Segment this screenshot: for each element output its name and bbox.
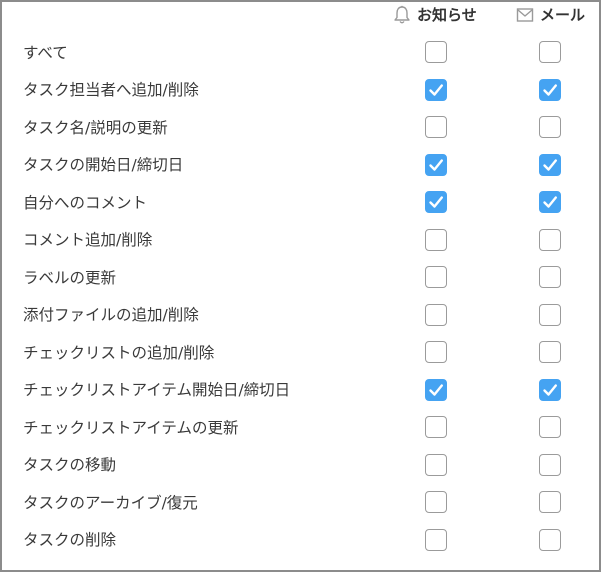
bell-icon (393, 5, 411, 25)
notify-checkbox[interactable] (425, 41, 447, 63)
checkmark-icon (428, 194, 444, 210)
mail-checkbox[interactable] (539, 491, 561, 513)
notify-checkbox[interactable] (425, 453, 447, 476)
settings-row: 自分へのコメント (2, 183, 599, 221)
notify-checkbox[interactable] (425, 341, 447, 363)
settings-row: タスクのアーカイブ/復元 (2, 483, 599, 521)
checkmark-icon (542, 82, 558, 98)
notify-column-label: お知らせ (417, 6, 477, 24)
setting-label: タスクのアーカイブ/復元 (23, 493, 198, 512)
setting-label: タスクの移動 (23, 456, 117, 475)
setting-label: 添付ファイルの追加/削除 (23, 306, 199, 325)
settings-list: すべてタスク担当者へ追加/削除 タスク名/説明の更新 タスクの開始日/締切日 自分への… (2, 33, 599, 558)
mail-checkbox[interactable] (539, 341, 561, 363)
notify-checkbox[interactable] (425, 491, 447, 513)
notify-column-header: お知らせ (393, 4, 477, 25)
settings-row: タスクの開始日/締切日 (2, 146, 599, 184)
mail-checkbox[interactable] (539, 266, 561, 288)
mail-checkbox[interactable] (539, 453, 561, 476)
checkmark-icon (428, 82, 444, 98)
settings-row: チェックリストアイテムの更新 (2, 408, 599, 446)
notify-checkbox[interactable] (425, 416, 447, 438)
checkmark-icon (428, 157, 444, 173)
mail-checkbox[interactable] (539, 153, 561, 176)
setting-label: タスクの開始日/締切日 (23, 156, 184, 175)
mail-checkbox[interactable] (539, 191, 561, 213)
notify-checkbox[interactable] (425, 228, 447, 251)
envelope-icon (516, 7, 534, 23)
setting-label: タスクの削除 (23, 531, 117, 550)
settings-row: コメント追加/削除 (2, 221, 599, 259)
checkmark-icon (542, 157, 558, 173)
settings-row: タスクの移動 (2, 446, 599, 484)
checkmark-icon (542, 382, 558, 398)
setting-label: すべて (23, 43, 68, 62)
mail-checkbox[interactable] (539, 116, 561, 138)
setting-label: チェックリストアイテム開始日/締切日 (23, 381, 291, 400)
settings-row: すべて (2, 33, 599, 71)
mail-checkbox[interactable] (539, 378, 561, 401)
setting-label: タスク担当者へ追加/削除 (23, 81, 199, 100)
column-header: お知らせ メール (2, 2, 599, 32)
checkmark-icon (542, 194, 558, 210)
setting-label: タスク名/説明の更新 (23, 118, 168, 137)
mail-checkbox[interactable] (539, 41, 561, 63)
checkmark-icon (428, 382, 444, 398)
settings-row: タスクの削除 (2, 521, 599, 559)
setting-label: チェックリストの追加/削除 (23, 343, 215, 362)
notify-checkbox[interactable] (425, 266, 447, 288)
notify-checkbox[interactable] (425, 303, 447, 326)
notify-checkbox[interactable] (425, 191, 447, 213)
mail-column-header: メール (516, 4, 585, 25)
setting-label: ラベルの更新 (23, 268, 117, 287)
setting-label: コメント追加/削除 (23, 231, 153, 250)
mail-checkbox[interactable] (539, 228, 561, 251)
notify-checkbox[interactable] (425, 378, 447, 401)
mail-checkbox[interactable] (539, 528, 561, 551)
settings-row: チェックリストの追加/削除 (2, 333, 599, 371)
mail-checkbox[interactable] (539, 303, 561, 326)
notify-checkbox[interactable] (425, 528, 447, 551)
setting-label: チェックリストアイテムの更新 (23, 418, 239, 437)
settings-row: ラベルの更新 (2, 258, 599, 296)
settings-row: 添付ファイルの追加/削除 (2, 296, 599, 334)
setting-label: 自分へのコメント (23, 193, 148, 212)
mail-checkbox[interactable] (539, 78, 561, 101)
settings-row: タスク名/説明の更新 (2, 108, 599, 146)
notify-checkbox[interactable] (425, 78, 447, 101)
notify-checkbox[interactable] (425, 116, 447, 138)
settings-row: チェックリストアイテム開始日/締切日 (2, 371, 599, 409)
notification-settings-panel: お知らせ メール すべてタスク担当者へ追加/削除 タスク名/説明の更新 タスクの開始… (0, 0, 601, 572)
mail-checkbox[interactable] (539, 416, 561, 438)
notify-checkbox[interactable] (425, 153, 447, 176)
settings-row: タスク担当者へ追加/削除 (2, 71, 599, 109)
mail-column-label: メール (540, 6, 586, 24)
